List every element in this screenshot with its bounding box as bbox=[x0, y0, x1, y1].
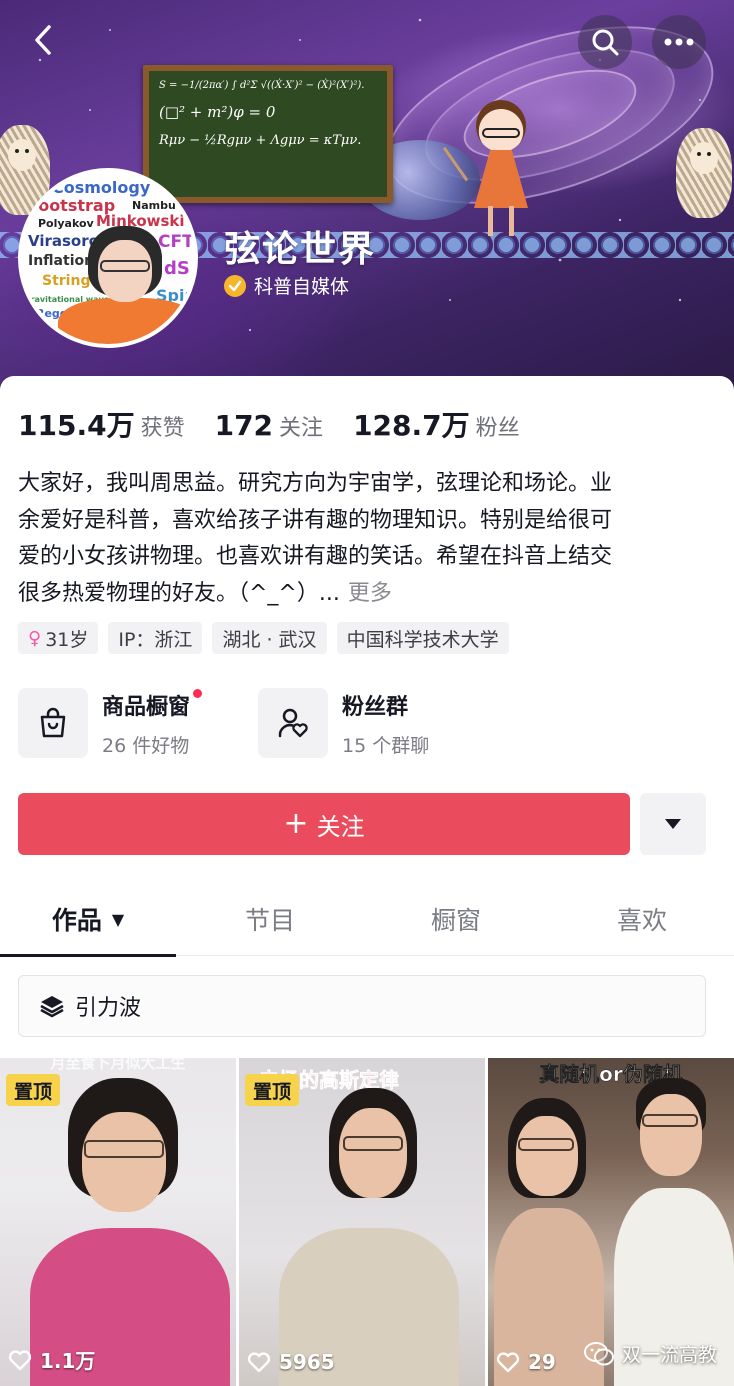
video-person bbox=[279, 1088, 459, 1386]
wordcloud-word: dS bbox=[164, 258, 190, 279]
caret-down-icon: ▼ bbox=[111, 909, 125, 929]
shopping-bag-icon bbox=[18, 688, 88, 758]
follow-button[interactable]: + 关注 bbox=[18, 793, 630, 855]
tab-label: 橱窗 bbox=[430, 906, 481, 935]
more-options-button[interactable] bbox=[652, 15, 706, 69]
chalkboard-equation: S = −1/(2πα′) ∫ d²Σ √((Ẋ·X′)² − (Ẋ)²(X′)… bbox=[159, 80, 365, 91]
layers-icon bbox=[40, 996, 64, 1018]
video-likes: 29 bbox=[496, 1350, 556, 1374]
chalkboard-equation: (□² + m²)φ = 0 bbox=[159, 103, 276, 121]
follow-label: 关注 bbox=[316, 812, 365, 841]
fan-group-entry[interactable]: 粉丝群 15 个群聊 bbox=[258, 688, 429, 758]
followers-label: 粉丝 bbox=[475, 416, 520, 441]
shop-window-subtitle: 26 件好物 bbox=[102, 734, 190, 757]
hedgehog-illustration bbox=[676, 128, 734, 228]
wordcloud-word: Inflation bbox=[28, 253, 95, 269]
likes-count[interactable]: 115.4万 bbox=[18, 404, 135, 444]
avatar[interactable]: Cosmology Ad Bootstrap Nambu Go Polyakov… bbox=[18, 168, 198, 348]
fan-group-title: 粉丝群 bbox=[342, 694, 409, 720]
pinned-badge: 置顶 bbox=[6, 1074, 61, 1106]
avatar-portrait bbox=[58, 226, 194, 344]
tab-likes[interactable]: 喜欢 bbox=[554, 884, 730, 954]
following-label: 关注 bbox=[279, 416, 324, 441]
fan-group-subtitle: 15 个群聊 bbox=[342, 734, 430, 757]
video-caption: 月至食卜月似大工生 bbox=[50, 1058, 186, 1072]
teacher-illustration bbox=[442, 100, 538, 240]
video-thumbnail[interactable]: 电场的高斯定律 置顶 5965 bbox=[239, 1058, 485, 1386]
chevron-left-icon bbox=[35, 25, 51, 55]
video-likes: 5965 bbox=[247, 1350, 335, 1374]
bio-line: 余爱好是科普，喜欢给孩子讲有趣的物理知识。特别是给很可 bbox=[18, 507, 613, 533]
recommend-dropdown-button[interactable] bbox=[640, 793, 706, 855]
wordcloud-word: Ad bbox=[162, 176, 186, 195]
profile-name: 弦论世界 bbox=[224, 229, 377, 270]
heart-icon bbox=[8, 1349, 32, 1370]
video-person bbox=[30, 1078, 230, 1386]
wechat-icon bbox=[584, 1341, 614, 1365]
video-like-count: 29 bbox=[528, 1350, 556, 1374]
verification-label: 科普自媒体 bbox=[254, 276, 350, 298]
plus-icon: + bbox=[283, 806, 309, 841]
video-thumbnail[interactable]: 月至食卜月似大工生 置顶 1.1万 bbox=[0, 1058, 236, 1386]
notification-dot bbox=[193, 688, 203, 698]
chalkboard-equation: Rμν − ½Rgμν + Λgμν = κTμν. bbox=[159, 133, 362, 148]
video-like-count: 1.1万 bbox=[40, 1349, 96, 1373]
heart-icon bbox=[496, 1352, 520, 1373]
back-button[interactable] bbox=[24, 20, 64, 60]
watermark-label: 双一流高教 bbox=[622, 1344, 718, 1366]
tab-works[interactable]: 作品 ▼ bbox=[0, 884, 176, 954]
bio-line: 很多热爱物理的好友。（^_^）... bbox=[18, 580, 340, 606]
ip-text: IP：浙江 bbox=[118, 628, 193, 651]
school-tag[interactable]: 中国科学技术大学 bbox=[336, 622, 509, 654]
verification-badge[interactable]: 科普自媒体 bbox=[224, 272, 349, 299]
video-like-count: 5965 bbox=[279, 1350, 335, 1374]
bio-line: 大家好，我叫周思益。研究方向为宇宙学，弦理论和场论。业 bbox=[18, 471, 613, 496]
profile-tags: ♀ 31岁 IP：浙江 湖北 · 武汉 中国科学技术大学 bbox=[18, 622, 509, 654]
search-icon bbox=[592, 29, 619, 56]
age-text: 31岁 bbox=[45, 628, 89, 651]
caret-down-icon bbox=[665, 819, 681, 829]
wordcloud-word: String bbox=[42, 273, 91, 289]
tab-label: 作品 bbox=[51, 906, 102, 935]
profile-bio: 大家好，我叫周思益。研究方向为宇宙学，弦理论和场论。业 余爱好是科普，喜欢给孩子… bbox=[18, 466, 718, 612]
tab-showcase[interactable]: 橱窗 bbox=[368, 884, 544, 954]
bio-line: 爱的小女孩讲物理。也喜欢讲有趣的笑话。希望在抖音上结交 bbox=[18, 544, 613, 569]
ip-tag: IP：浙江 bbox=[108, 622, 203, 654]
shop-window-entry[interactable]: 商品橱窗 26 件好物 bbox=[18, 688, 203, 758]
tab-label: 节目 bbox=[244, 906, 295, 935]
location-tag[interactable]: 湖北 · 武汉 bbox=[212, 622, 327, 654]
search-button[interactable] bbox=[578, 15, 632, 69]
wordcloud-word: Polyakov bbox=[38, 217, 94, 230]
active-tab-indicator bbox=[0, 954, 176, 957]
video-thumbnail[interactable]: 真随机or伪随机 29 bbox=[488, 1058, 734, 1386]
collection-label: 引力波 bbox=[75, 996, 142, 1021]
video-likes: 1.1万 bbox=[8, 1345, 95, 1374]
tab-programs[interactable]: 节目 bbox=[182, 884, 358, 954]
shop-window-title: 商品橱窗 bbox=[102, 694, 191, 720]
female-icon: ♀ bbox=[28, 627, 42, 649]
wordcloud-word: Nambu Go bbox=[132, 199, 197, 212]
user-heart-icon bbox=[258, 688, 328, 758]
verified-check-icon bbox=[224, 274, 246, 297]
content-tabs: 作品 ▼ 节目 橱窗 喜欢 bbox=[0, 884, 734, 957]
followers-count[interactable]: 128.7万 bbox=[353, 404, 470, 444]
following-count[interactable]: 172 bbox=[215, 409, 273, 442]
likes-label: 获赞 bbox=[140, 416, 185, 441]
tab-label: 喜欢 bbox=[616, 906, 667, 935]
pinned-badge: 置顶 bbox=[245, 1074, 300, 1106]
watermark: 双一流高教 bbox=[584, 1340, 717, 1367]
age-tag: ♀ 31岁 bbox=[18, 622, 99, 654]
location-text: 湖北 · 武汉 bbox=[222, 628, 317, 651]
more-dots-icon bbox=[664, 38, 694, 46]
school-text: 中国科学技术大学 bbox=[346, 628, 499, 651]
wordcloud-word: Cosmology bbox=[52, 178, 151, 197]
heart-icon bbox=[247, 1352, 271, 1373]
collection-chip[interactable]: 引力波 bbox=[18, 975, 706, 1037]
profile-stats: 115.4万 获赞 172 关注 128.7万 粉丝 bbox=[18, 404, 550, 444]
bio-more-link[interactable]: 更多 bbox=[348, 581, 392, 606]
